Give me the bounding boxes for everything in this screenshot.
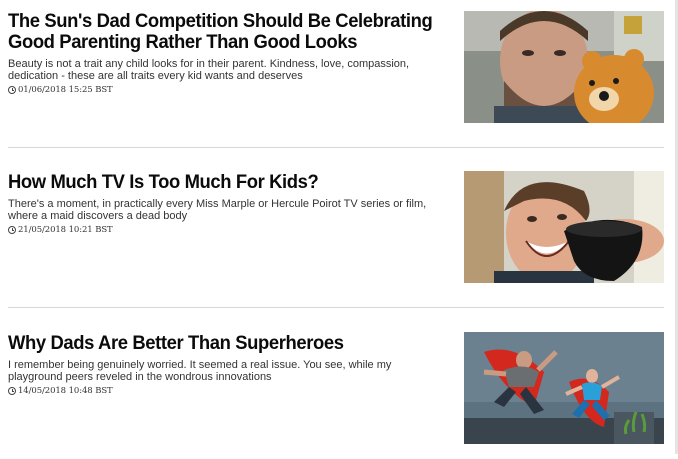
article-thumbnail-link[interactable] <box>464 171 664 283</box>
dad-and-child-superhero-capes-photo-icon <box>464 332 664 444</box>
article-headline-link[interactable]: Why Dads Are Better Than Superheroes <box>8 333 435 354</box>
article-card[interactable]: How Much TV Is Too Much For Kids? There'… <box>0 160 664 308</box>
clock-icon <box>8 387 16 395</box>
article-text: How Much TV Is Too Much For Kids? There'… <box>8 172 448 235</box>
article-meta: 14/05/2018 10:48 BST <box>8 386 448 396</box>
article-card[interactable]: Why Dads Are Better Than Superheroes I r… <box>0 321 664 459</box>
article-meta: 21/05/2018 10:21 BST <box>8 225 448 235</box>
article-card[interactable]: The Sun's Dad Competition Should Be Cele… <box>0 0 664 148</box>
man-with-wine-glass-photo-icon <box>464 171 664 283</box>
article-summary: There's a moment, in practically every M… <box>8 198 427 222</box>
man-with-teddy-bear-photo-icon <box>464 11 664 123</box>
article-summary: Beauty is not a trait any child looks fo… <box>8 58 410 82</box>
article-text: Why Dads Are Better Than Superheroes I r… <box>8 333 448 396</box>
article-timestamp: 01/06/2018 15:25 BST <box>18 85 113 95</box>
article-summary: I remember being genuinely worried. It s… <box>8 359 392 383</box>
clock-icon <box>8 226 16 234</box>
article-timestamp: 14/05/2018 10:48 BST <box>18 386 113 396</box>
article-timestamp: 21/05/2018 10:21 BST <box>18 225 113 235</box>
article-thumbnail-link[interactable] <box>464 332 664 444</box>
article-thumbnail-link[interactable] <box>464 11 664 123</box>
clock-icon <box>8 86 16 94</box>
article-headline-link[interactable]: The Sun's Dad Competition Should Be Cele… <box>8 11 435 53</box>
article-meta: 01/06/2018 15:25 BST <box>8 85 448 95</box>
article-divider <box>8 147 664 148</box>
article-headline-link[interactable]: How Much TV Is Too Much For Kids? <box>8 172 435 193</box>
article-text: The Sun's Dad Competition Should Be Cele… <box>8 11 448 95</box>
article-divider <box>8 307 664 308</box>
